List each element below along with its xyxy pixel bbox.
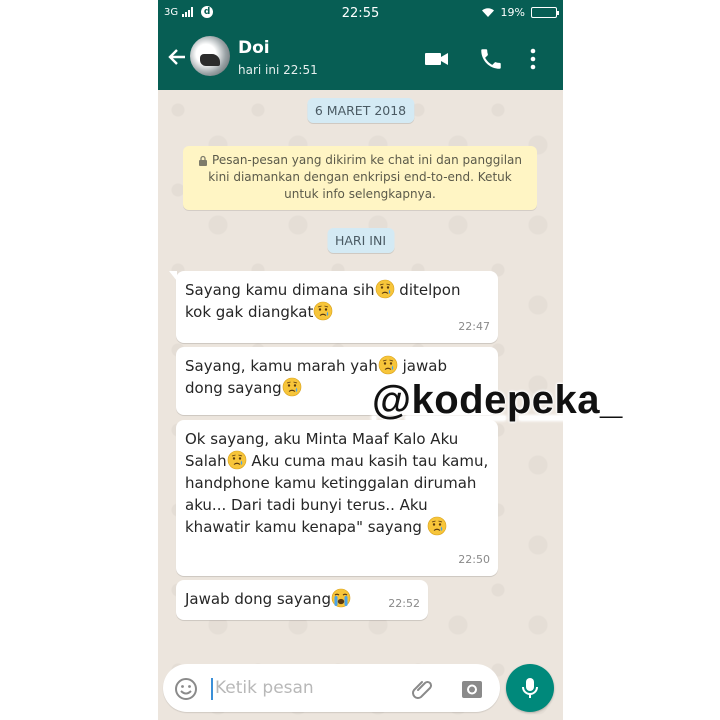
loudly-crying-face-emoji-icon (331, 588, 351, 608)
message-text: Jawab dong sayang (185, 588, 419, 610)
voice-record-button[interactable] (506, 664, 554, 712)
date-chip: 6 MARET 2018 (306, 98, 415, 123)
encryption-notice-text: Pesan-pesan yang dikirim ke chat ini dan… (208, 153, 522, 201)
battery-icon (531, 7, 559, 18)
message-bubble[interactable]: Jawab dong sayang 22:52 (176, 580, 428, 620)
mic-icon (522, 678, 538, 698)
message-bubble[interactable]: Sayang kamu dimana sih ditelpon kok gak … (169, 271, 498, 343)
lock-icon (199, 155, 208, 166)
camera-button[interactable] (459, 676, 485, 702)
message-time: 22:47 (458, 320, 490, 333)
crying-face-emoji-icon (427, 516, 446, 536)
menu-button[interactable] (526, 46, 540, 72)
text-cursor (211, 678, 213, 700)
contact-avatar[interactable] (190, 36, 230, 76)
camera-icon (462, 681, 482, 698)
message-time: 22:50 (458, 553, 490, 566)
crying-face-emoji-icon (375, 279, 394, 299)
attach-button[interactable] (411, 676, 435, 702)
more-vert-icon (530, 48, 536, 70)
voice-call-button[interactable] (478, 46, 504, 72)
encryption-notice[interactable]: Pesan-pesan yang dikirim ke chat ini dan… (183, 146, 537, 210)
crying-face-emoji-icon (378, 355, 398, 375)
message-input[interactable] (215, 672, 395, 704)
phone-icon (481, 49, 501, 69)
watermark-text: @kodepeka_ (372, 378, 623, 423)
crying-face-emoji-icon (282, 377, 301, 397)
message-text: Ok sayang, aku Minta Maaf Kalo Aku Salah… (185, 430, 489, 536)
crying-face-emoji-icon (314, 301, 333, 321)
status-right: 19% (481, 6, 559, 19)
message-composer (163, 664, 500, 712)
wifi-icon (481, 8, 494, 17)
whatsapp-screen: 3G d 22:55 19% Doi hari ini 22:51 6 MARE… (158, 0, 563, 720)
video-call-icon (425, 53, 448, 65)
message-bubble[interactable]: Ok sayang, aku Minta Maaf Kalo Aku Salah… (176, 420, 498, 576)
arrow-left-icon (168, 49, 185, 65)
paperclip-icon (412, 680, 433, 699)
today-chip: HARI INI (326, 228, 395, 253)
message-text: Sayang kamu dimana sih ditelpon kok gak … (185, 279, 461, 321)
last-seen: hari ini 22:51 (238, 63, 318, 77)
battery-percent: 19% (500, 6, 525, 19)
back-button[interactable] (164, 42, 190, 72)
chat-header: Doi hari ini 22:51 (158, 28, 563, 90)
video-call-button[interactable] (424, 46, 450, 72)
status-bar: 3G d 22:55 19% (158, 0, 563, 28)
emoji-icon (175, 678, 197, 700)
message-time: 22:52 (388, 597, 420, 610)
contact-name[interactable]: Doi (238, 38, 270, 58)
emoji-button[interactable] (173, 676, 199, 702)
crying-face-emoji-icon (227, 450, 246, 470)
